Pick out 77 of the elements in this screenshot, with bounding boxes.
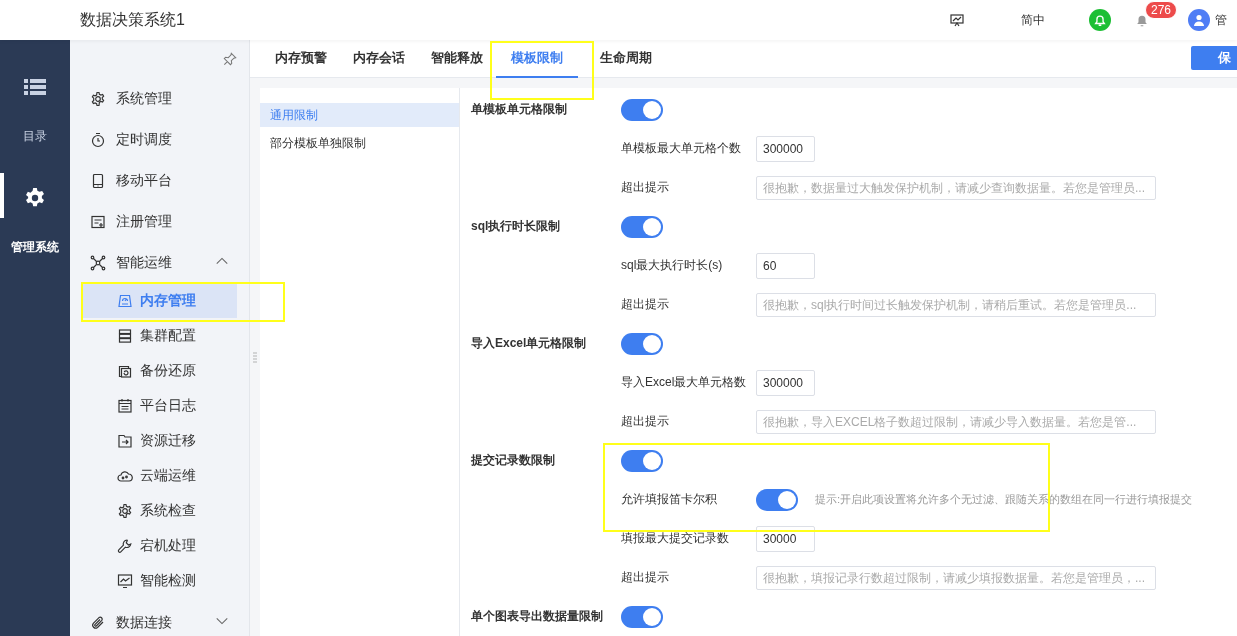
list-icon [24,78,46,96]
number-field[interactable]: 60 [756,252,815,279]
section-toggle[interactable] [621,449,663,472]
nav-subitem[interactable]: 平台日志 [82,388,237,423]
folder-arrow-icon [117,432,133,449]
form-icon [90,213,106,230]
paperclip-icon [90,614,106,631]
section-toggle[interactable] [621,98,663,121]
field-label: 超出提示 [620,179,670,196]
nav-item[interactable]: 移动平台 [70,160,249,201]
field-label: 填报最大提交记录数 [620,530,730,547]
nav-subitem[interactable]: 宕机处理 [82,528,237,563]
message-field[interactable]: 很抱歉，sql执行时间过长触发保护机制，请稍后重试。若您是管理员... [756,292,1156,317]
tab[interactable]: 内存预警 [262,40,340,78]
bell-icon[interactable] [1135,13,1149,27]
nav-subitem[interactable]: 云端运维 [82,458,237,493]
server-icon [117,327,133,344]
monitor-chart-icon [117,572,133,589]
option-toggle[interactable] [756,488,798,511]
user-avatar[interactable] [1188,9,1210,31]
nav-subitem[interactable]: 智能检测 [82,563,237,598]
notification-badge: 276 [1145,1,1178,19]
presentation-icon [949,12,965,28]
tab[interactable]: 生命周期 [587,40,665,78]
section-title: 导入Excel单元格限制 [471,335,588,352]
number-field[interactable]: 30000 [756,525,815,552]
nav-subitem[interactable]: 集群配置 [82,318,237,353]
tab[interactable]: 内存会话 [340,40,418,78]
number-field[interactable]: 300000 [756,369,815,396]
section-toggle[interactable] [621,332,663,355]
rail-item[interactable]: 目录 [0,62,70,173]
field-label: 单模板最大单元格个数 [620,140,742,157]
nav-item[interactable]: 定时调度 [70,119,249,160]
network-icon [90,254,106,271]
language-menu[interactable]: 简中 [1021,11,1045,29]
tab[interactable]: 模板限制 [496,40,578,78]
nav-item[interactable]: 智能运维 [70,242,249,283]
settings-icon [24,187,46,209]
nav-item[interactable]: 系统管理 [70,78,249,119]
wrench-icon [117,537,133,554]
message-field[interactable]: 很抱歉，数据量过大触发保护机制，请减少查询数据量。若您是管理员... [756,175,1156,200]
section-toggle[interactable] [621,215,663,238]
section-title: 单模板单元格限制 [471,101,568,118]
field-label: 允许填报笛卡尔积 [620,491,718,508]
field-label: sql最大执行时长(s) [620,257,724,274]
message-field[interactable]: 很抱歉，导入EXCEL格子数超过限制，请减少导入数据量。若您是管... [756,409,1156,434]
subnav-item[interactable]: 部分模板单独限制 [260,131,459,155]
nav-item[interactable]: 数据连接 [70,602,249,636]
field-label: 超出提示 [620,569,670,586]
stopwatch-icon [90,131,106,148]
rail-item[interactable]: 管理系统 [0,173,70,284]
calendar-icon [117,397,133,414]
user-name[interactable]: 管 [1215,11,1227,29]
section-title: 提交记录数限制 [471,452,556,469]
field-label: 导入Excel最大单元格数 [620,374,748,391]
tab[interactable]: 智能释放 [418,40,496,78]
app-title: 数据决策系统1 [80,9,185,30]
phone-icon [90,172,106,189]
section-title: sql执行时长限制 [471,218,562,235]
nav-subitem[interactable]: 资源迁移 [82,423,237,458]
nav-subitem[interactable]: 系统检查 [82,493,237,528]
nav-item[interactable]: 注册管理 [70,201,249,242]
message-field[interactable]: 很抱歉，填报记录行数超过限制，请减少填报数据量。若您是管理员，... [756,565,1156,590]
number-field[interactable]: 300000 [756,135,815,162]
field-label: 超出提示 [620,413,670,430]
save-button[interactable]: 保 [1191,45,1237,70]
nav-subitem[interactable]: 备份还原 [82,353,237,388]
hint-text: 提示:开启此项设置将允许多个无过滤、跟随关系的数组在同一行进行填报提交 [815,492,1193,507]
section-title: 单个图表导出数据量限制 [471,608,604,625]
gauge-icon [117,292,133,309]
gear-icon [117,502,133,519]
field-label: 超出提示 [620,296,670,313]
pin-icon [223,52,237,66]
section-toggle[interactable] [621,605,663,628]
resize-handle-icon[interactable] [253,352,257,364]
gear-icon [90,90,106,107]
notification-bell-icon[interactable] [1089,9,1111,31]
